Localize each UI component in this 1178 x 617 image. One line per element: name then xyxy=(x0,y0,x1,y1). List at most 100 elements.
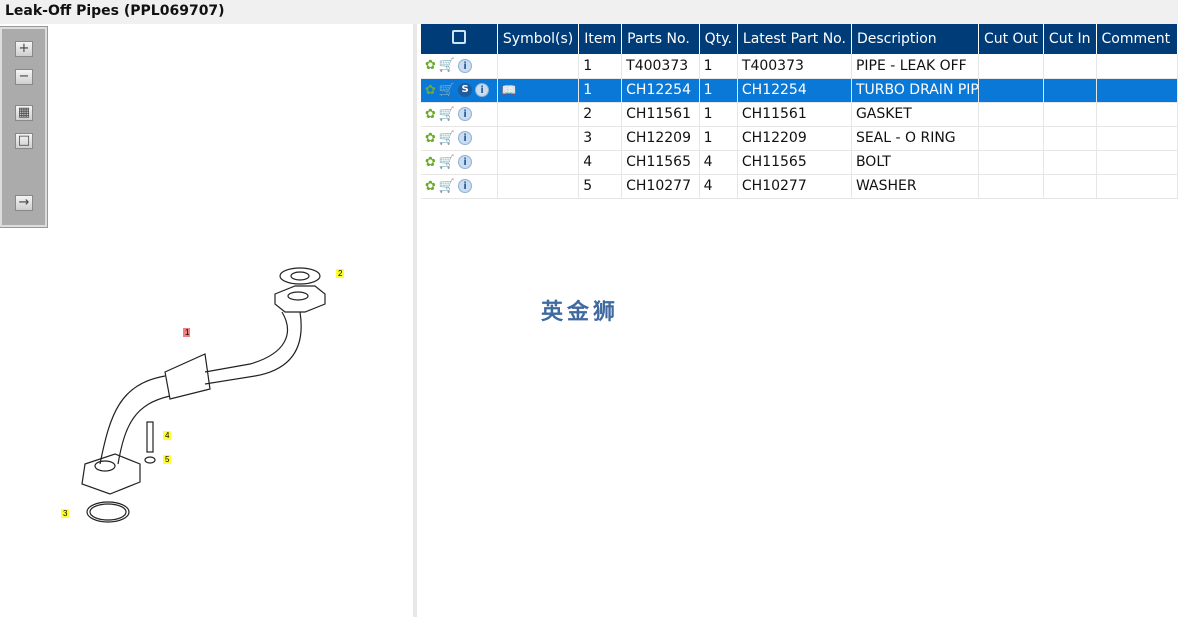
col-description[interactable]: Description xyxy=(851,24,979,54)
latest-part-cell: CH12254 xyxy=(737,78,852,103)
cart-icon[interactable]: 🛒 xyxy=(439,179,455,194)
item-cell: 1 xyxy=(578,54,623,79)
part-no-cell: T400373 xyxy=(621,54,700,79)
part-no-cell: CH11561 xyxy=(621,102,700,127)
symbols-cell: 📖 xyxy=(497,78,580,103)
col-qty[interactable]: Qty. xyxy=(699,24,738,54)
col-comment[interactable]: Comment xyxy=(1096,24,1178,54)
qty-cell: 4 xyxy=(699,174,738,199)
cart-icon[interactable]: 🛒 xyxy=(439,58,455,73)
cut-in-cell xyxy=(1043,150,1097,175)
symbols-cell xyxy=(497,126,580,151)
latest-part-cell: CH10277 xyxy=(737,174,852,199)
supersession-icon[interactable]: S xyxy=(458,83,473,97)
callout-1[interactable]: 1 xyxy=(185,328,190,337)
cut-out-cell xyxy=(978,126,1044,151)
latest-part-cell: T400373 xyxy=(737,54,852,79)
part-no-cell: CH10277 xyxy=(621,174,700,199)
part-no-cell: CH11565 xyxy=(621,150,700,175)
description-cell: BOLT xyxy=(851,150,979,175)
description-cell: WASHER xyxy=(851,174,979,199)
info-icon[interactable]: i xyxy=(458,179,473,193)
table-row[interactable]: ✿ 🛒 i 5 CH10277 4 CH10277 WASHER xyxy=(421,174,1178,199)
watermark: 英金狮 xyxy=(541,300,620,325)
qty-cell: 4 xyxy=(699,150,738,175)
description-cell: SEAL - O RING xyxy=(851,126,979,151)
cut-in-cell xyxy=(1043,54,1097,79)
item-cell: 1 xyxy=(578,78,623,103)
item-cell: 4 xyxy=(578,150,623,175)
search-icon[interactable] xyxy=(451,30,466,44)
callout-4[interactable]: 4 xyxy=(165,431,170,440)
actions-cell: ✿ 🛒 i xyxy=(421,54,498,79)
symbols-cell xyxy=(497,102,580,127)
comment-cell xyxy=(1096,126,1178,151)
gear-icon[interactable]: ✿ xyxy=(425,131,436,146)
cart-icon[interactable]: 🛒 xyxy=(439,83,455,98)
symbols-cell xyxy=(497,54,580,79)
latest-part-cell: CH11561 xyxy=(737,102,852,127)
part-no-cell: CH12209 xyxy=(621,126,700,151)
cut-out-cell xyxy=(978,54,1044,79)
qty-cell: 1 xyxy=(699,78,738,103)
symbols-cell xyxy=(497,150,580,175)
comment-cell xyxy=(1096,78,1178,103)
symbols-cell xyxy=(497,174,580,199)
info-icon[interactable]: i xyxy=(475,83,490,97)
callout-3[interactable]: 3 xyxy=(63,509,68,518)
info-icon[interactable]: i xyxy=(458,155,473,169)
parts-diagram[interactable]: 1 2 3 4 5 xyxy=(0,24,413,617)
cut-out-cell xyxy=(978,78,1044,103)
qty-cell: 1 xyxy=(699,102,738,127)
col-parts-no[interactable]: Parts No. xyxy=(621,24,700,54)
gear-icon[interactable]: ✿ xyxy=(425,179,436,194)
col-symbols[interactable]: Symbol(s) xyxy=(497,24,580,54)
col-cut-out[interactable]: Cut Out xyxy=(978,24,1044,54)
cut-in-cell xyxy=(1043,102,1097,127)
description-cell: GASKET xyxy=(851,102,979,127)
info-icon[interactable]: i xyxy=(458,58,473,73)
actions-cell: ✿ 🛒 i xyxy=(421,174,498,199)
table-row[interactable]: ✿ 🛒 i 4 CH11565 4 CH11565 BOLT xyxy=(421,150,1178,175)
window-title: Leak-Off Pipes (PPL069707) xyxy=(0,0,1178,24)
cart-icon[interactable]: 🛒 xyxy=(439,155,455,170)
info-icon[interactable]: i xyxy=(458,107,473,121)
gear-icon[interactable]: ✿ xyxy=(425,83,436,98)
comment-cell xyxy=(1096,174,1178,199)
col-latest-part-no[interactable]: Latest Part No. xyxy=(737,24,852,54)
description-cell: PIPE - LEAK OFF xyxy=(851,54,979,79)
description-cell: TURBO DRAIN PIP xyxy=(851,78,979,103)
table-row[interactable]: ✿ 🛒 i 2 CH11561 1 CH11561 GASKET xyxy=(421,102,1178,127)
latest-part-cell: CH11565 xyxy=(737,150,852,175)
comment-cell xyxy=(1096,54,1178,79)
actions-cell: ✿ 🛒 Si xyxy=(421,78,498,103)
cut-in-cell xyxy=(1043,174,1097,199)
cut-out-cell xyxy=(978,174,1044,199)
search-column-header[interactable] xyxy=(421,24,498,54)
parts-list-panel: Symbol(s) Item Parts No. Qty. Latest Par… xyxy=(421,24,1178,617)
cut-out-cell xyxy=(978,150,1044,175)
actions-cell: ✿ 🛒 i xyxy=(421,150,498,175)
table-row[interactable]: ✿ 🛒 i 1 T400373 1 T400373 PIPE - LEAK OFF xyxy=(421,54,1178,79)
callout-2[interactable]: 2 xyxy=(338,269,343,278)
latest-part-cell: CH12209 xyxy=(737,126,852,151)
table-row[interactable]: ✿ 🛒 Si 📖 1 CH12254 1 CH12254 TURBO DRAIN P… xyxy=(421,78,1178,103)
info-icon[interactable]: i xyxy=(458,131,473,145)
callout-5[interactable]: 5 xyxy=(165,455,170,464)
cart-icon[interactable]: 🛒 xyxy=(439,131,455,146)
diagram-panel: + − ▦ □ → 1 2 3 4 5 xyxy=(0,24,417,617)
gear-icon[interactable]: ✿ xyxy=(425,107,436,122)
item-cell: 5 xyxy=(578,174,623,199)
table-row[interactable]: ✿ 🛒 i 3 CH12209 1 CH12209 SEAL - O RING xyxy=(421,126,1178,151)
comment-cell xyxy=(1096,102,1178,127)
qty-cell: 1 xyxy=(699,54,738,79)
cart-icon[interactable]: 🛒 xyxy=(439,107,455,122)
gear-icon[interactable]: ✿ xyxy=(425,58,436,73)
gear-icon[interactable]: ✿ xyxy=(425,155,436,170)
col-cut-in[interactable]: Cut In xyxy=(1043,24,1097,54)
actions-cell: ✿ 🛒 i xyxy=(421,102,498,127)
qty-cell: 1 xyxy=(699,126,738,151)
actions-cell: ✿ 🛒 i xyxy=(421,126,498,151)
book-icon[interactable]: 📖 xyxy=(502,83,517,97)
col-item[interactable]: Item xyxy=(578,24,623,54)
